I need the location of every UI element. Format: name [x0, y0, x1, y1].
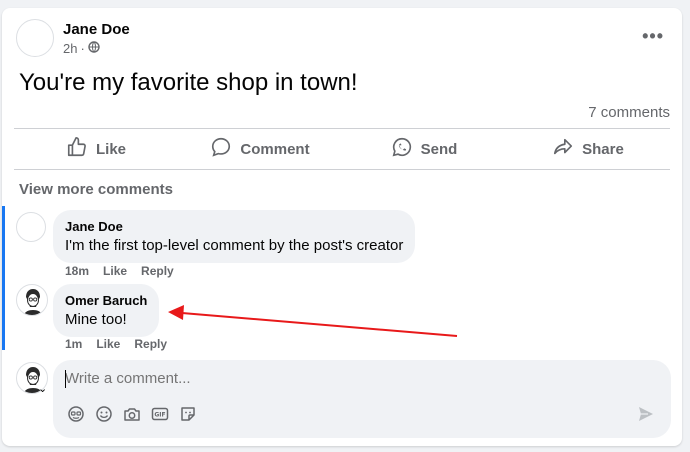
post-card: Jane Doe 2h · ••• You're my favorite sho…	[2, 8, 682, 446]
annotation-arrow	[168, 305, 458, 337]
